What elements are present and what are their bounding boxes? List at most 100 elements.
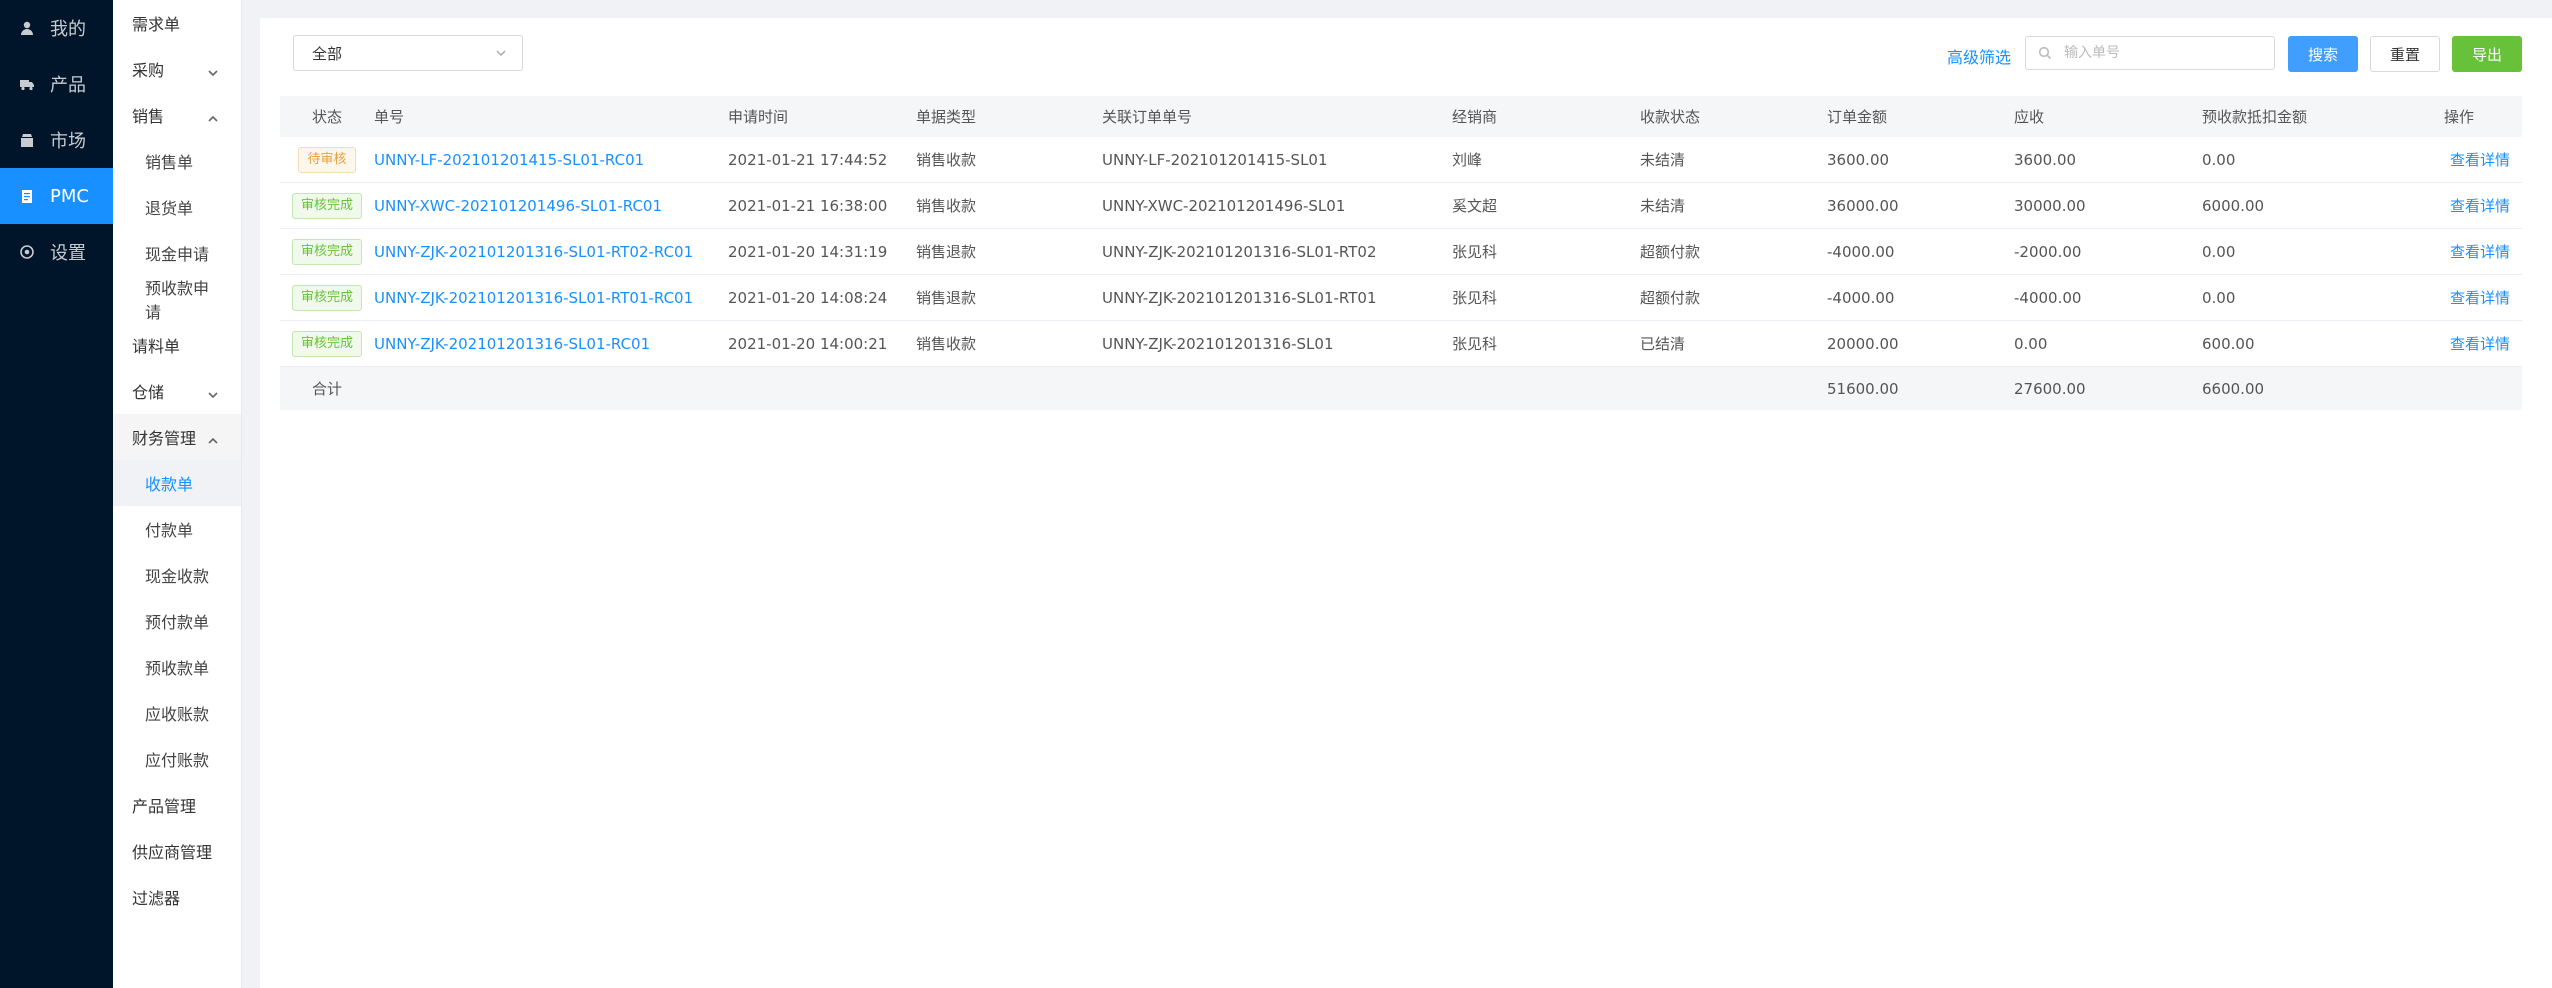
submenu-cash-request[interactable]: 现金申请 [113, 230, 241, 276]
submenu-warehouse[interactable]: 仓储 [113, 368, 241, 414]
submenu-label: 预收款单 [145, 659, 210, 678]
col-receipt-status: 收款状态 [1640, 108, 1701, 126]
order-no-link[interactable]: UNNY-XWC-202101201496-SL01-RC01 [374, 197, 728, 215]
search-button[interactable]: 搜索 [2288, 36, 2358, 72]
submenu-sales[interactable]: 销售 [113, 92, 241, 138]
rail-item-settings[interactable]: 设置 [0, 224, 113, 280]
dealer-cell: 刘峰 [1452, 151, 1483, 169]
receivable-cell: 0.00 [2014, 334, 2048, 353]
submenu-finance[interactable]: 财务管理 [113, 414, 241, 460]
submenu-pre-receipt[interactable]: 预收款单 [113, 644, 241, 690]
chevron-down-icon [496, 50, 506, 57]
submenu-label: 仓储 [132, 383, 165, 402]
order-no-link[interactable]: UNNY-ZJK-202101201316-SL01-RC01 [374, 335, 728, 353]
clipboard-icon [18, 187, 36, 205]
related-cell: UNNY-ZJK-202101201316-SL01-RT01 [1102, 288, 1377, 307]
submenu-cash-receipt[interactable]: 现金收款 [113, 552, 241, 598]
table-row: 审核完成 UNNY-ZJK-202101201316-SL01-RT01-RC0… [280, 275, 2522, 321]
reset-button[interactable]: 重置 [2370, 36, 2440, 72]
submenu-prepay-request[interactable]: 预收款申请 [113, 276, 241, 322]
submenu-product-mgmt[interactable]: 产品管理 [113, 782, 241, 828]
view-details-link[interactable]: 查看详情 [2390, 333, 2522, 354]
prepay-offset-cell: 6000.00 [2202, 196, 2265, 215]
type-cell: 销售退款 [916, 243, 977, 261]
toolbar: 全部 高级筛选 搜索 重置 导出 [260, 18, 2552, 88]
dealer-cell: 张见科 [1452, 335, 1498, 353]
submenu-supplier-mgmt[interactable]: 供应商管理 [113, 828, 241, 874]
dealer-cell: 张见科 [1452, 243, 1498, 261]
rail-item-market[interactable]: 市场 [0, 112, 113, 168]
search-box [2025, 36, 2275, 70]
order-no-link[interactable]: UNNY-ZJK-202101201316-SL01-RT02-RC01 [374, 243, 728, 261]
prepay-offset-cell: 600.00 [2202, 334, 2255, 353]
receipt-table: 状态 单号 申请时间 单据类型 关联订单单号 经销商 收款状态 订单金额 应收 … [280, 96, 2522, 410]
advanced-filter-link[interactable]: 高级筛选 [1947, 44, 2011, 68]
related-cell: UNNY-XWC-202101201496-SL01 [1102, 196, 1346, 215]
submenu-label: 需求单 [132, 15, 181, 34]
time-cell: 2021-01-21 16:38:00 [728, 196, 888, 215]
status-cell: 审核完成 [280, 330, 374, 357]
order-amount-cell: 3600.00 [1827, 150, 1890, 169]
view-details-link[interactable]: 查看详情 [2390, 195, 2522, 216]
order-no-link[interactable]: UNNY-ZJK-202101201316-SL01-RT01-RC01 [374, 289, 728, 307]
col-prepay-offset: 预收款抵扣金额 [2202, 108, 2308, 126]
view-details-link[interactable]: 查看详情 [2390, 287, 2522, 308]
submenu-return-order[interactable]: 退货单 [113, 184, 241, 230]
submenu-purchase[interactable]: 采购 [113, 46, 241, 92]
submenu-sales-order[interactable]: 销售单 [113, 138, 241, 184]
rail-item-mine[interactable]: 我的 [0, 0, 113, 56]
view-details-link[interactable]: 查看详情 [2390, 149, 2522, 170]
receivable-cell: -4000.00 [2014, 288, 2082, 307]
type-cell: 销售收款 [916, 197, 977, 215]
submenu-payment[interactable]: 付款单 [113, 506, 241, 552]
chevron-down-icon [207, 64, 218, 77]
submenu-accounts-receivable[interactable]: 应收账款 [113, 690, 241, 736]
shop-icon [18, 131, 36, 149]
order-no-link[interactable]: UNNY-LF-202101201415-SL01-RC01 [374, 151, 728, 169]
submenu: 需求单 采购 销售 销售单 退货单 现金申请 预收款申请 请料单 仓储 财务管理… [113, 0, 242, 988]
summary-prepay-offset: 6600.00 [2202, 379, 2265, 398]
submenu-receipt[interactable]: 收款单 [113, 460, 241, 506]
receivable-cell: 30000.00 [2014, 196, 2086, 215]
receipt-status-cell: 未结清 [1640, 151, 1686, 169]
rail-label: 市场 [50, 131, 86, 152]
chevron-up-icon [207, 432, 218, 444]
chevron-up-icon [207, 110, 218, 122]
submenu-accounts-payable[interactable]: 应付账款 [113, 736, 241, 782]
submenu-label: 现金申请 [145, 245, 210, 264]
submenu-demand[interactable]: 需求单 [113, 0, 241, 46]
related-cell: UNNY-ZJK-202101201316-SL01 [1102, 334, 1334, 353]
rail-label: PMC [50, 185, 89, 207]
rail-label: 产品 [50, 75, 86, 96]
rail-item-pmc[interactable]: PMC [0, 168, 113, 224]
submenu-prepayment[interactable]: 预付款单 [113, 598, 241, 644]
order-amount-cell: -4000.00 [1827, 242, 1895, 261]
submenu-label: 预收款申请 [145, 279, 210, 322]
search-input[interactable] [2062, 44, 2266, 62]
status-badge: 待审核 [298, 146, 356, 173]
rail-label: 我的 [50, 19, 86, 40]
submenu-label: 现金收款 [145, 567, 210, 586]
status-badge: 审核完成 [291, 284, 362, 311]
rail-item-product[interactable]: 产品 [0, 56, 113, 112]
col-related: 关联订单单号 [1102, 108, 1193, 126]
col-type: 单据类型 [916, 108, 977, 126]
summary-receivable: 27600.00 [2014, 379, 2086, 398]
status-cell: 审核完成 [280, 238, 374, 265]
rail-label: 设置 [50, 243, 86, 264]
table-row: 审核完成 UNNY-XWC-202101201496-SL01-RC01 202… [280, 183, 2522, 229]
status-badge: 审核完成 [291, 238, 362, 265]
submenu-filter[interactable]: 过滤器 [113, 874, 241, 920]
submenu-material-request[interactable]: 请料单 [113, 322, 241, 368]
submenu-label: 预付款单 [145, 613, 210, 632]
submenu-label: 销售 [132, 107, 165, 126]
view-details-link[interactable]: 查看详情 [2390, 241, 2522, 262]
export-button[interactable]: 导出 [2452, 36, 2522, 72]
status-select[interactable]: 全部 [293, 35, 523, 71]
summary-order-amount: 51600.00 [1827, 379, 1899, 398]
submenu-label: 收款单 [145, 475, 194, 494]
submenu-label: 应收账款 [145, 705, 210, 724]
receipt-status-cell: 超额付款 [1640, 243, 1701, 261]
summary-label: 合计 [311, 380, 342, 398]
related-cell: UNNY-LF-202101201415-SL01 [1102, 150, 1328, 169]
